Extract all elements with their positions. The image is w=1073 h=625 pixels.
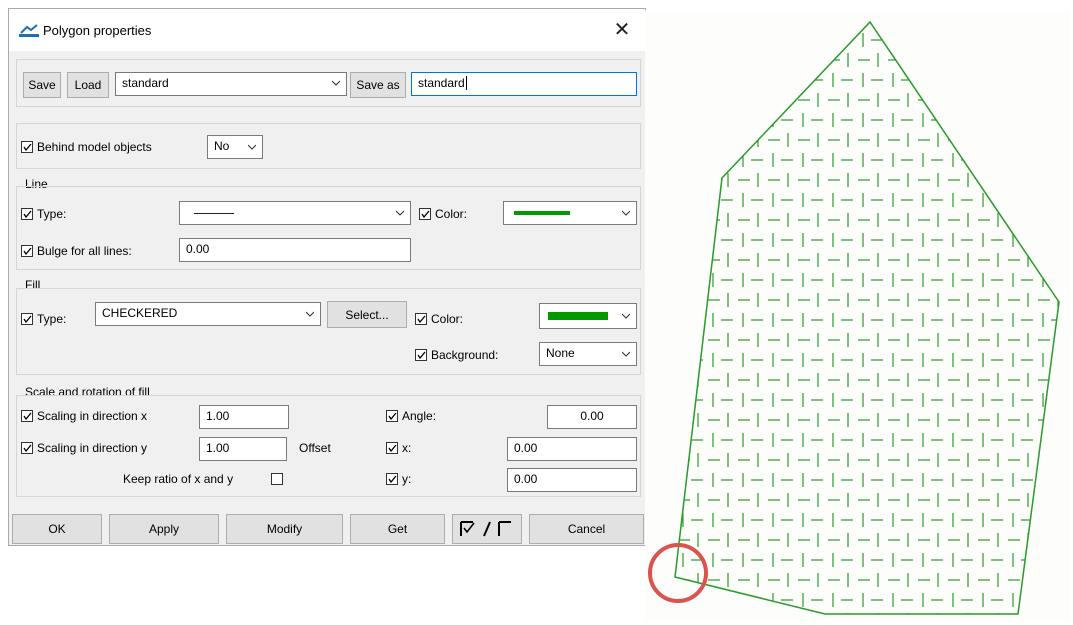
- fill-color-swatch: [548, 312, 608, 320]
- close-icon[interactable]: ✕: [609, 17, 635, 43]
- ok-button[interactable]: OK: [12, 514, 102, 544]
- select-pattern-button[interactable]: Select...: [327, 301, 407, 328]
- scale-y-checkbox[interactable]: [21, 442, 33, 454]
- title-bar: Polygon properties ✕: [9, 9, 645, 51]
- check-icon: [417, 351, 426, 360]
- polygon-properties-dialog: Polygon properties ✕ Save Load standard …: [8, 8, 646, 546]
- check-icon: [388, 475, 397, 484]
- scale-y-input[interactable]: 1.00: [199, 437, 287, 461]
- fill-color-label: Color:: [431, 312, 464, 326]
- check-toggle-icon: [460, 521, 511, 537]
- offset-label: Offset: [299, 441, 331, 455]
- background-label: Background:: [431, 348, 499, 362]
- check-icon: [23, 315, 32, 324]
- line-type-select[interactable]: [179, 201, 411, 225]
- scale-x-input[interactable]: 1.00: [199, 405, 289, 429]
- chevron-down-icon: [622, 313, 630, 319]
- check-icon: [23, 247, 32, 256]
- bulge-checkbox[interactable]: [21, 245, 33, 257]
- fill-type-select[interactable]: CHECKERED: [95, 302, 321, 326]
- keep-ratio-checkbox[interactable]: [271, 473, 283, 485]
- get-button[interactable]: Get: [350, 514, 445, 544]
- angle-label: Angle:: [402, 409, 437, 423]
- cancel-button[interactable]: Cancel: [529, 514, 644, 544]
- chevron-down-icon: [306, 311, 314, 317]
- checkered-fill: [675, 22, 1059, 614]
- offset-x-checkbox[interactable]: [386, 442, 398, 454]
- app-icon: [19, 24, 39, 37]
- offset-y-input[interactable]: 0.00: [507, 468, 637, 492]
- preset-select[interactable]: standard: [115, 72, 347, 96]
- line-color-label: Color:: [435, 207, 468, 221]
- chevron-down-icon: [622, 351, 630, 357]
- offset-y-label: y:: [402, 472, 412, 486]
- check-icon: [23, 444, 32, 453]
- bulge-input[interactable]: 0.00: [179, 238, 411, 262]
- background-select[interactable]: None: [539, 342, 637, 366]
- save-button[interactable]: Save: [23, 72, 61, 98]
- background-checkbox[interactable]: [415, 349, 427, 361]
- chevron-down-icon: [332, 80, 340, 86]
- save-as-button[interactable]: Save as: [350, 72, 406, 98]
- check-icon: [23, 412, 32, 421]
- scale-y-label: Scaling in direction y: [37, 441, 148, 455]
- check-icon: [23, 210, 32, 219]
- scale-x-label: Scaling in direction x: [37, 409, 148, 423]
- line-color-swatch: [514, 211, 570, 215]
- fill-color-select[interactable]: [539, 303, 637, 329]
- toggle-all-checkboxes-button[interactable]: [452, 514, 522, 544]
- window-title: Polygon properties: [43, 23, 152, 38]
- check-icon: [388, 412, 397, 421]
- check-icon: [421, 210, 430, 219]
- scale-x-checkbox[interactable]: [21, 410, 33, 422]
- chevron-down-icon: [248, 144, 256, 150]
- fill-type-label: Type:: [37, 312, 67, 326]
- offset-x-label: x:: [402, 441, 412, 455]
- modify-button[interactable]: Modify: [226, 514, 343, 544]
- apply-button[interactable]: Apply: [109, 514, 219, 544]
- behind-select[interactable]: No: [207, 135, 263, 159]
- check-icon: [388, 444, 397, 453]
- behind-checkbox[interactable]: [21, 141, 33, 153]
- offset-y-checkbox[interactable]: [386, 473, 398, 485]
- check-icon: [417, 315, 426, 324]
- angle-checkbox[interactable]: [386, 410, 398, 422]
- preset-value: standard: [122, 76, 169, 90]
- chevron-down-icon: [622, 210, 630, 216]
- line-color-checkbox[interactable]: [419, 208, 431, 220]
- fill-color-checkbox[interactable]: [415, 313, 427, 325]
- angle-input[interactable]: 0.00: [547, 405, 637, 429]
- offset-x-input[interactable]: 0.00: [507, 437, 637, 461]
- keep-ratio-label: Keep ratio of x and y: [123, 472, 234, 486]
- check-icon: [23, 143, 32, 152]
- line-type-checkbox[interactable]: [21, 208, 33, 220]
- chevron-down-icon: [396, 210, 404, 216]
- line-type-label: Type:: [37, 207, 67, 221]
- behind-label: Behind model objects: [37, 140, 152, 154]
- bulge-label: Bulge for all lines:: [37, 244, 132, 258]
- fill-type-checkbox[interactable]: [21, 313, 33, 325]
- polygon-drawing[interactable]: [645, 10, 1070, 622]
- line-style-preview: [194, 213, 234, 214]
- line-color-select[interactable]: [503, 201, 637, 225]
- load-button[interactable]: Load: [67, 72, 109, 98]
- save-as-name-input[interactable]: standard: [411, 72, 637, 96]
